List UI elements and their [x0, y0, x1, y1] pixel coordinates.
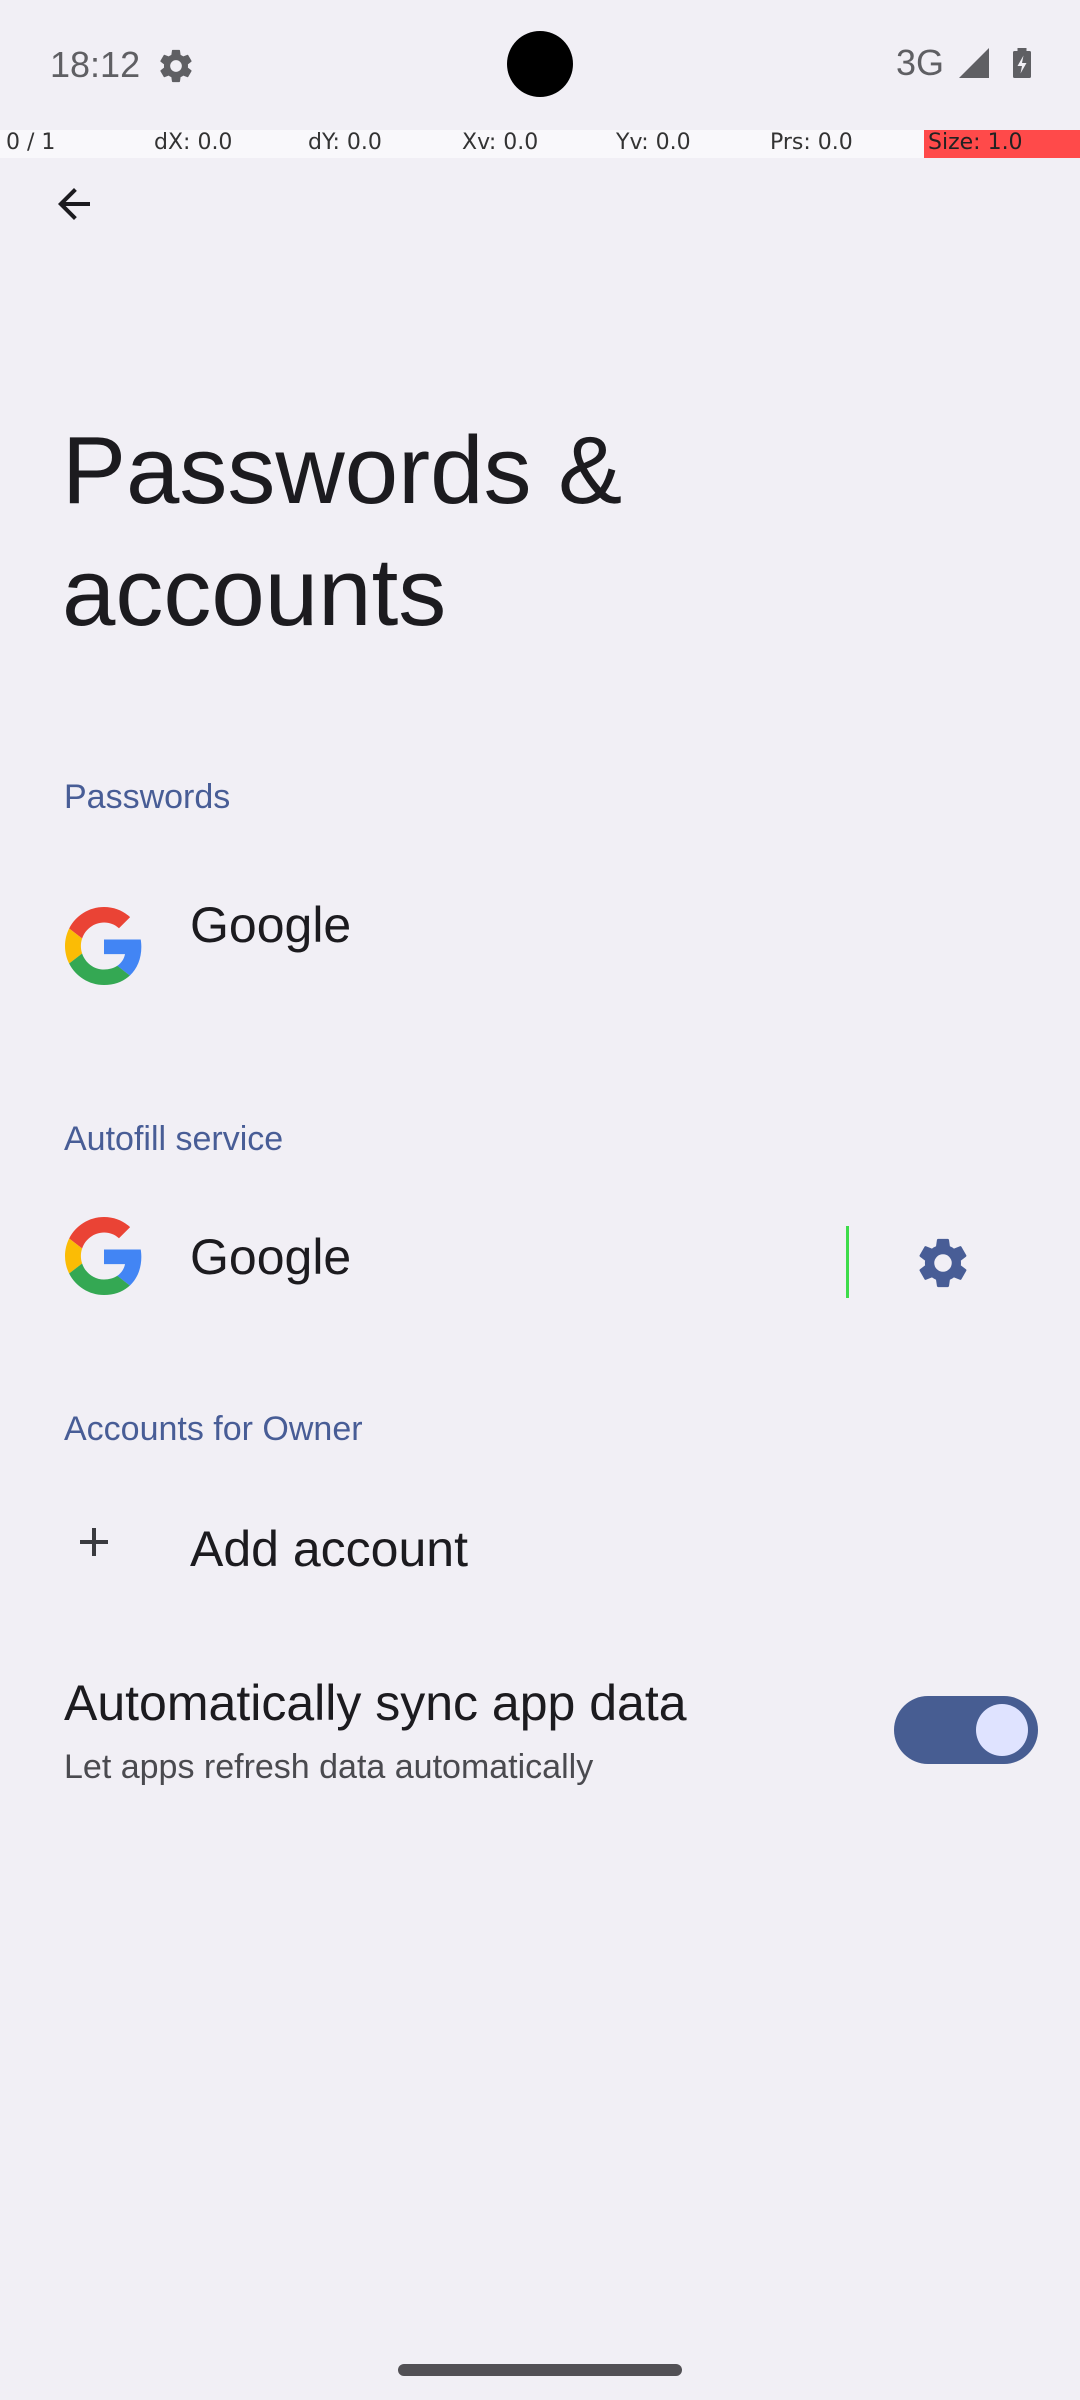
- toggle-thumb: [976, 1704, 1028, 1756]
- gear-icon: [160, 49, 192, 83]
- google-icon: [62, 904, 146, 988]
- password-service-title: Google: [190, 897, 352, 953]
- row-divider: [846, 1226, 849, 1298]
- autofill-service-row[interactable]: Google: [0, 1186, 1080, 1340]
- auto-sync-title: Automatically sync app data: [64, 1675, 687, 1731]
- status-bar: 18:12 3G: [0, 0, 1080, 128]
- status-time: 18:12: [50, 44, 141, 85]
- gesture-nav-handle[interactable]: [398, 2364, 682, 2376]
- pointer-dx: dX: 0.0: [154, 130, 233, 155]
- arrow-back-icon: [58, 188, 90, 220]
- gear-icon: [919, 1238, 967, 1288]
- plus-icon: [62, 1510, 126, 1574]
- toolbar: [0, 158, 1080, 276]
- status-indicators: 3G: [896, 42, 1040, 84]
- autofill-service-title: Google: [190, 1229, 352, 1285]
- autofill-settings-button[interactable]: [898, 1218, 988, 1308]
- pointer-xv: Xv: 0.0: [462, 130, 539, 155]
- password-service-row[interactable]: Google: [0, 846, 1080, 1050]
- battery-icon: [1013, 48, 1031, 78]
- pointer-count: 0 / 1: [6, 130, 56, 155]
- auto-sync-toggle[interactable]: [894, 1696, 1038, 1764]
- section-header-accounts: Accounts for Owner: [64, 1410, 363, 1448]
- add-account-title: Add account: [190, 1521, 468, 1577]
- google-icon: [62, 1214, 146, 1298]
- auto-sync-summary: Let apps refresh data automatically: [64, 1748, 594, 1786]
- pointer-dy: dY: 0.0: [308, 130, 382, 155]
- section-header-passwords: Passwords: [64, 778, 231, 816]
- add-account-row[interactable]: Add account: [0, 1476, 1080, 1630]
- signal-icon: [959, 48, 989, 78]
- pointer-location-overlay: 0 / 1 dX: 0.0 dY: 0.0 Xv: 0.0 Yv: 0.0 Pr…: [0, 130, 1080, 158]
- camera-cutout: [507, 31, 573, 97]
- pointer-size: Size: 1.0: [924, 130, 1080, 158]
- pointer-prs: Prs: 0.0: [770, 130, 853, 155]
- back-button[interactable]: [36, 166, 112, 242]
- pointer-yv: Yv: 0.0: [616, 130, 691, 155]
- page-title: Passwords & accounts: [62, 417, 623, 646]
- section-header-autofill: Autofill service: [64, 1120, 284, 1158]
- network-type: 3G: [895, 42, 944, 83]
